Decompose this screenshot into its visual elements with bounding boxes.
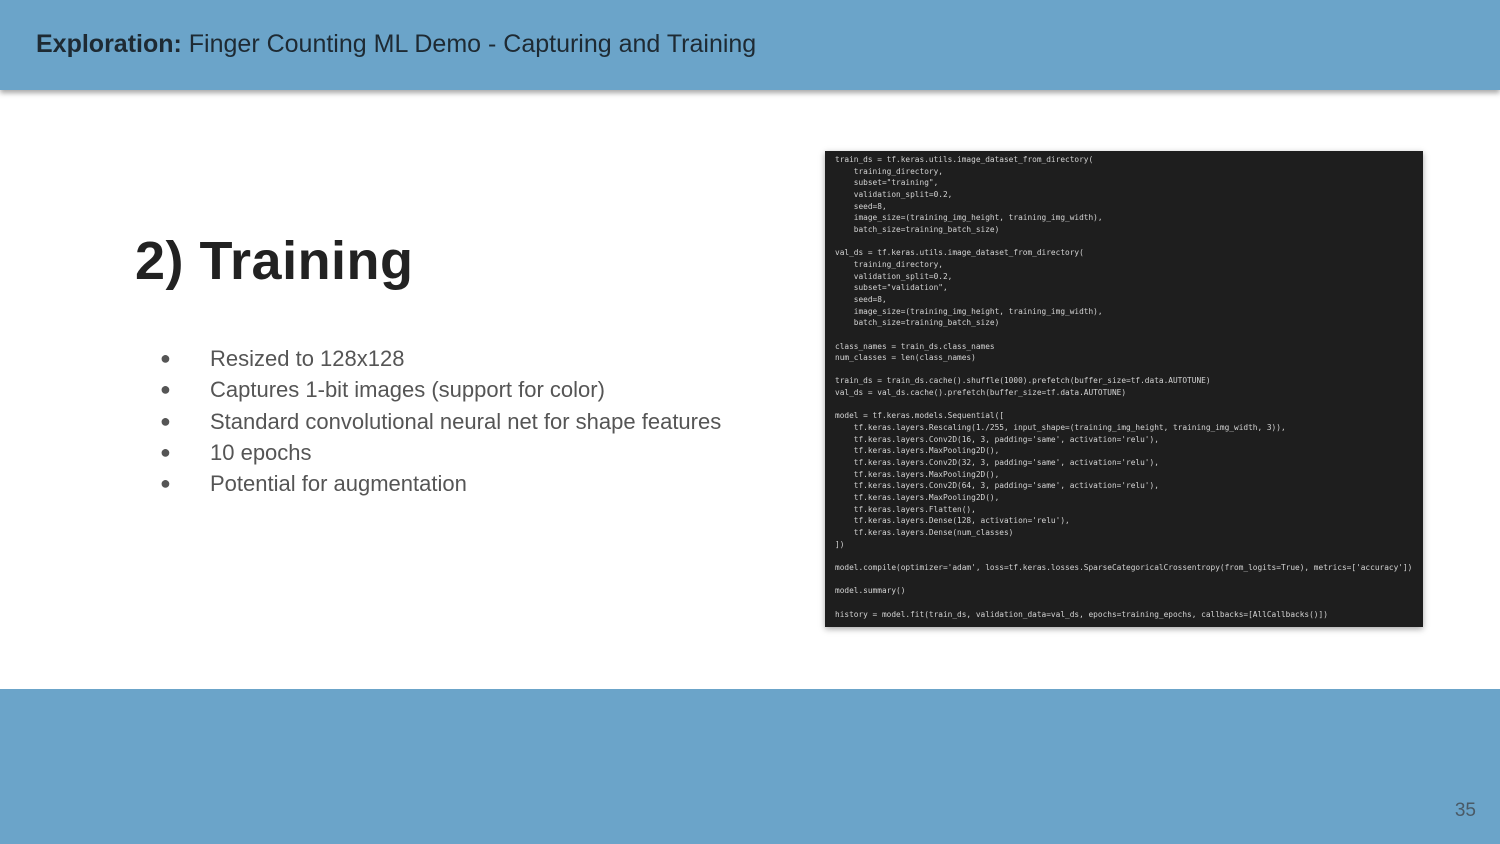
bullet-icon: ● <box>160 348 171 368</box>
page-number: 35 <box>1454 800 1476 821</box>
list-item-text: Potential for augmentation <box>210 471 467 497</box>
list-item: ● Standard convolutional neural net for s… <box>160 406 721 437</box>
bullet-icon: ● <box>160 441 171 462</box>
list-item: ● Potential for augmentation <box>160 468 721 499</box>
list-item: ● 10 epochs <box>160 437 721 468</box>
header-title-text: Finger Counting ML Demo - Capturing and … <box>181 30 757 58</box>
bullet-icon: ● <box>160 473 171 494</box>
header-title: Exploration: Finger Counting ML Demo - C… <box>36 30 756 59</box>
bullet-icon: ● <box>160 379 171 400</box>
header-band: Exploration: Finger Counting ML Demo - C… <box>0 0 1500 90</box>
code-screenshot: train_ds = tf.keras.utils.image_dataset_… <box>825 151 1423 627</box>
list-item: ● Captures 1-bit images (support for colo… <box>160 374 721 405</box>
slide-title: 2) Training <box>135 231 414 291</box>
bullet-list: ● Resized to 128x128 ● Captures 1-bit imag… <box>160 343 721 499</box>
list-item-text: Captures 1-bit images (support for color… <box>210 377 605 403</box>
header-bold-label: Exploration: <box>36 30 182 58</box>
list-item-text: 10 epochs <box>210 439 312 465</box>
list-item: ● Resized to 128x128 <box>160 343 721 374</box>
list-item-text: Standard convolutional neural net for sh… <box>210 408 722 434</box>
code-text: train_ds = tf.keras.utils.image_dataset_… <box>835 155 1413 619</box>
footer-band: 35 <box>0 689 1500 844</box>
bullet-icon: ● <box>160 410 171 431</box>
list-item-text: Resized to 128x128 <box>210 346 405 371</box>
